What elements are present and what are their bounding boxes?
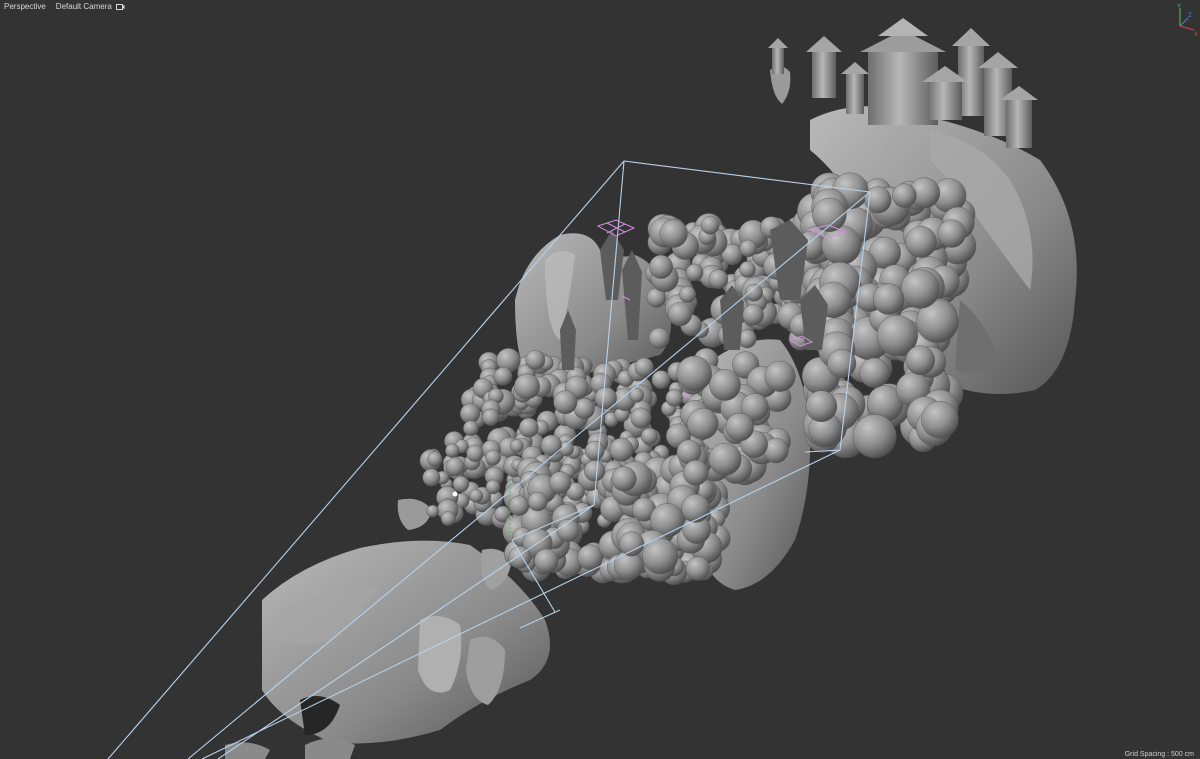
cloud-puff: [681, 494, 710, 523]
cloud-puff: [745, 283, 763, 302]
cloud-puff: [528, 491, 548, 512]
cloud-puff: [742, 304, 764, 326]
cloud-puff: [485, 449, 501, 466]
cloud-puff: [452, 475, 470, 493]
cloud-puff: [905, 345, 935, 375]
cloud-puff: [921, 401, 959, 439]
cloud-puff: [422, 468, 441, 487]
cloud-puff: [649, 254, 673, 279]
cloud-puff: [659, 219, 688, 248]
cloud-puff: [440, 511, 456, 526]
cloud-puff: [725, 412, 754, 442]
cloud-puff: [651, 370, 671, 389]
cloud-puff: [667, 301, 693, 327]
camera-menu[interactable]: Default Camera: [56, 2, 125, 11]
cloud-puff: [686, 407, 719, 440]
cloud-puff: [510, 439, 524, 453]
cloud-puff: [905, 226, 937, 258]
cloud-puff: [679, 286, 696, 303]
cloud-puff: [609, 437, 634, 462]
camera-label: Default Camera: [55, 2, 112, 11]
3d-viewport[interactable]: [0, 0, 1200, 759]
cloud-puff: [739, 261, 756, 278]
cloud-puff: [683, 460, 709, 486]
cloud-puff: [900, 269, 940, 309]
cloud-puff: [685, 263, 704, 282]
cloud-puff: [445, 457, 465, 477]
grid-spacing-label: Grid Spacing : 500 cm: [1124, 751, 1194, 758]
axis-y-label: Y: [1177, 4, 1181, 10]
cloud-puff: [764, 360, 796, 392]
cloud-puff: [937, 219, 966, 248]
cloud-puff: [892, 183, 917, 208]
cloud-puff: [872, 283, 905, 315]
cloud-puff: [549, 471, 572, 494]
cloud-puff: [739, 239, 757, 258]
cloud-puff: [665, 389, 683, 407]
cloud-puff: [641, 427, 658, 445]
cloud-puff: [482, 408, 500, 426]
cloud-puff: [700, 215, 720, 235]
axis-gizmo: Y X Z: [1177, 4, 1198, 38]
cloud-puff: [619, 531, 645, 557]
cloud-puff: [534, 548, 559, 574]
cloud-puff: [514, 373, 540, 400]
cloud-puff: [685, 556, 711, 581]
cloud-puff: [466, 444, 484, 462]
cloud-puff: [577, 544, 603, 570]
cloud-puff: [519, 417, 539, 438]
cloud-puff: [708, 442, 742, 476]
viewport-hud: Perspective Default Camera: [4, 2, 125, 11]
cloud-puff: [708, 269, 729, 290]
cloud-puff: [485, 479, 501, 495]
light-marker[interactable]: [452, 491, 458, 497]
canyon-rock-mesh[interactable]: [225, 498, 550, 759]
cloud-puff: [493, 367, 513, 386]
cloud-puff: [540, 434, 562, 456]
cloud-puff: [469, 488, 484, 503]
cloud-puff: [525, 350, 546, 370]
cloud-puff: [611, 466, 637, 492]
camera-icon: [116, 4, 125, 11]
cloud-puff: [859, 357, 890, 388]
cloud-puff: [427, 451, 443, 467]
cloud-puff: [585, 440, 605, 461]
cloud-puff: [852, 414, 897, 459]
axis-z-label: Z: [1188, 13, 1192, 19]
cloud-puff: [648, 327, 670, 349]
axis-x-label: X: [1194, 32, 1198, 38]
view-mode-menu[interactable]: Perspective: [4, 2, 46, 11]
cloud-puff: [709, 369, 741, 401]
cloud-puff: [426, 504, 440, 518]
cloud-puff: [553, 390, 578, 415]
cloud-puff: [630, 407, 652, 429]
cloud-puff: [583, 460, 606, 482]
cloud-puff: [463, 420, 479, 437]
cloud-puff: [812, 197, 847, 232]
cloud-puff: [642, 538, 679, 575]
cloud-puff: [676, 355, 712, 392]
cloud-puff: [445, 443, 460, 458]
cloud-puff: [805, 390, 838, 423]
